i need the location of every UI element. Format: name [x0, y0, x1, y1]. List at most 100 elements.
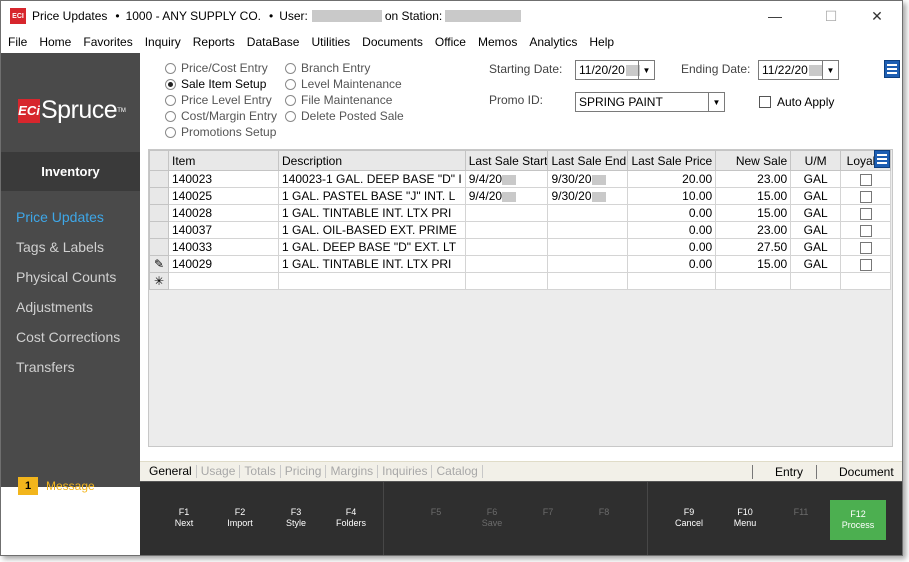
cell-last-sale-end[interactable]: 9/30/20 [547, 170, 629, 188]
cell-loyalty[interactable] [840, 255, 892, 273]
option-file-maintenance[interactable]: File Maintenance [285, 93, 392, 107]
menu-analytics[interactable]: Analytics [523, 35, 583, 49]
tab-inquiries[interactable]: Inquiries [378, 465, 433, 478]
table-row[interactable]: 140023 140023-1 GAL. DEEP BASE "D" I 9/4… [149, 170, 892, 188]
tab-margins[interactable]: Margins [326, 465, 379, 478]
row-selector[interactable] [149, 170, 169, 188]
menu-favorites[interactable]: Favorites [77, 35, 138, 49]
cell-last-sale-start[interactable]: 9/4/20 [464, 170, 549, 188]
cell-last-sale-end[interactable]: 9/30/20 [547, 187, 629, 205]
starting-date-field[interactable]: 11/20/20 ▼ [575, 60, 655, 80]
cell-last-sale-price[interactable]: 0.00 [627, 204, 717, 222]
column-header-last-sale-price[interactable]: Last Sale Price [627, 150, 717, 171]
cell-description[interactable]: 1 GAL. TINTABLE INT. LTX PRI [278, 204, 466, 222]
table-row[interactable]: 140028 1 GAL. TINTABLE INT. LTX PRI 0.00… [149, 204, 892, 222]
close-button[interactable]: ✕ [854, 1, 900, 31]
cell-last-sale-start[interactable] [464, 272, 549, 290]
f9-cancel-button[interactable]: F9 Cancel [664, 507, 714, 529]
cell-description[interactable] [278, 272, 466, 290]
row-selector[interactable] [149, 238, 169, 256]
cell-last-sale-end[interactable] [547, 272, 629, 290]
chevron-down-icon[interactable]: ▼ [638, 61, 654, 79]
loyalty-checkbox[interactable] [859, 190, 872, 203]
cell-last-sale-price[interactable]: 0.00 [627, 238, 717, 256]
grid-menu-icon[interactable] [874, 150, 890, 168]
cell-um[interactable]: GAL [790, 238, 842, 256]
menu-help[interactable]: Help [583, 35, 620, 49]
cell-last-sale-price[interactable]: 20.00 [627, 170, 717, 188]
cell-description[interactable]: 140023-1 GAL. DEEP BASE "D" I [278, 170, 466, 188]
column-header-description[interactable]: Description [278, 150, 466, 171]
cell-um[interactable]: GAL [790, 187, 842, 205]
cell-description[interactable]: 1 GAL. PASTEL BASE "J" INT. L [278, 187, 466, 205]
loyalty-checkbox[interactable] [859, 207, 872, 220]
cell-last-sale-price[interactable] [627, 272, 717, 290]
table-row[interactable]: 140033 1 GAL. DEEP BASE "D" EXT. LT 0.00… [149, 238, 892, 256]
cell-new-sale[interactable] [715, 272, 792, 290]
menu-reports[interactable]: Reports [187, 35, 241, 49]
option-promotions-setup[interactable]: Promotions Setup [165, 125, 276, 139]
cell-last-sale-start[interactable] [464, 204, 549, 222]
menu-database[interactable]: DataBase [241, 35, 306, 49]
tab-pricing[interactable]: Pricing [281, 465, 327, 478]
tab-document[interactable]: Document [839, 465, 894, 479]
f12-process-button[interactable]: F12 Process [830, 500, 886, 540]
cell-new-sale[interactable]: 15.00 [715, 255, 792, 273]
loyalty-checkbox[interactable] [859, 224, 872, 237]
option-price-level-entry[interactable]: Price Level Entry [165, 93, 272, 107]
tab-entry[interactable]: Entry [775, 465, 803, 479]
cell-um[interactable]: GAL [790, 255, 842, 273]
menu-home[interactable]: Home [33, 35, 77, 49]
loyalty-checkbox[interactable] [859, 258, 872, 271]
cell-um[interactable]: GAL [790, 170, 842, 188]
cell-new-sale[interactable]: 27.50 [715, 238, 792, 256]
f2-import-button[interactable]: F2 Import [215, 507, 265, 529]
option-level-maintenance[interactable]: Level Maintenance [285, 77, 402, 91]
cell-new-sale[interactable]: 23.00 [715, 221, 792, 239]
chevron-down-icon[interactable]: ▼ [708, 93, 724, 111]
sidebar-item-cost-corrections[interactable]: Cost Corrections [16, 328, 120, 358]
maximize-button[interactable]: ☐ [808, 1, 854, 31]
menu-memos[interactable]: Memos [472, 35, 523, 49]
tab-catalog[interactable]: Catalog [432, 465, 483, 478]
message-link[interactable]: 1 Message [18, 477, 95, 495]
cell-last-sale-start[interactable] [464, 255, 549, 273]
column-header-last-sale-start[interactable]: Last Sale Start [464, 150, 549, 171]
cell-um[interactable]: GAL [790, 221, 842, 239]
f1-next-button[interactable]: F1 Next [159, 507, 209, 529]
cell-last-sale-price[interactable]: 10.00 [627, 187, 717, 205]
cell-item[interactable]: 140028 [168, 204, 279, 222]
cell-item[interactable] [168, 272, 279, 290]
menu-documents[interactable]: Documents [356, 35, 429, 49]
cell-new-sale[interactable]: 23.00 [715, 170, 792, 188]
cell-item[interactable]: 140025 [168, 187, 279, 205]
cell-um[interactable]: GAL [790, 204, 842, 222]
cell-new-sale[interactable]: 15.00 [715, 204, 792, 222]
column-header-new-sale[interactable]: New Sale [715, 150, 792, 171]
sidebar-section-inventory[interactable]: Inventory [1, 152, 140, 191]
option-cost-margin-entry[interactable]: Cost/Margin Entry [165, 109, 277, 123]
ending-date-field[interactable]: 11/22/20 ▼ [758, 60, 839, 80]
table-row[interactable]: ✎ 140029 1 GAL. TINTABLE INT. LTX PRI 0.… [149, 255, 892, 273]
cell-last-sale-end[interactable] [547, 238, 629, 256]
table-row[interactable]: 140025 1 GAL. PASTEL BASE "J" INT. L 9/4… [149, 187, 892, 205]
cell-last-sale-start[interactable] [464, 238, 549, 256]
option-sale-item-setup[interactable]: Sale Item Setup [165, 77, 266, 91]
options-menu-icon[interactable] [884, 60, 900, 78]
tab-totals[interactable]: Totals [240, 465, 281, 478]
new-row-asterisk-icon[interactable]: ✳ [149, 272, 169, 290]
f4-folders-button[interactable]: F4 Folders [326, 507, 376, 529]
cell-last-sale-end[interactable] [547, 255, 629, 273]
cell-loyalty[interactable] [840, 221, 892, 239]
cell-item[interactable]: 140029 [168, 255, 279, 273]
option-delete-posted-sale[interactable]: Delete Posted Sale [285, 109, 404, 123]
row-selector[interactable] [149, 204, 169, 222]
new-row[interactable]: ✳ [149, 272, 892, 290]
cell-last-sale-start[interactable]: 9/4/20 [464, 187, 549, 205]
column-header-last-sale-end[interactable]: Last Sale End [547, 150, 629, 171]
cell-description[interactable]: 1 GAL. OIL-BASED EXT. PRIME [278, 221, 466, 239]
menu-file[interactable]: File [1, 35, 33, 49]
cell-last-sale-price[interactable]: 0.00 [627, 221, 717, 239]
cell-loyalty[interactable] [840, 170, 892, 188]
cell-loyalty[interactable] [840, 187, 892, 205]
